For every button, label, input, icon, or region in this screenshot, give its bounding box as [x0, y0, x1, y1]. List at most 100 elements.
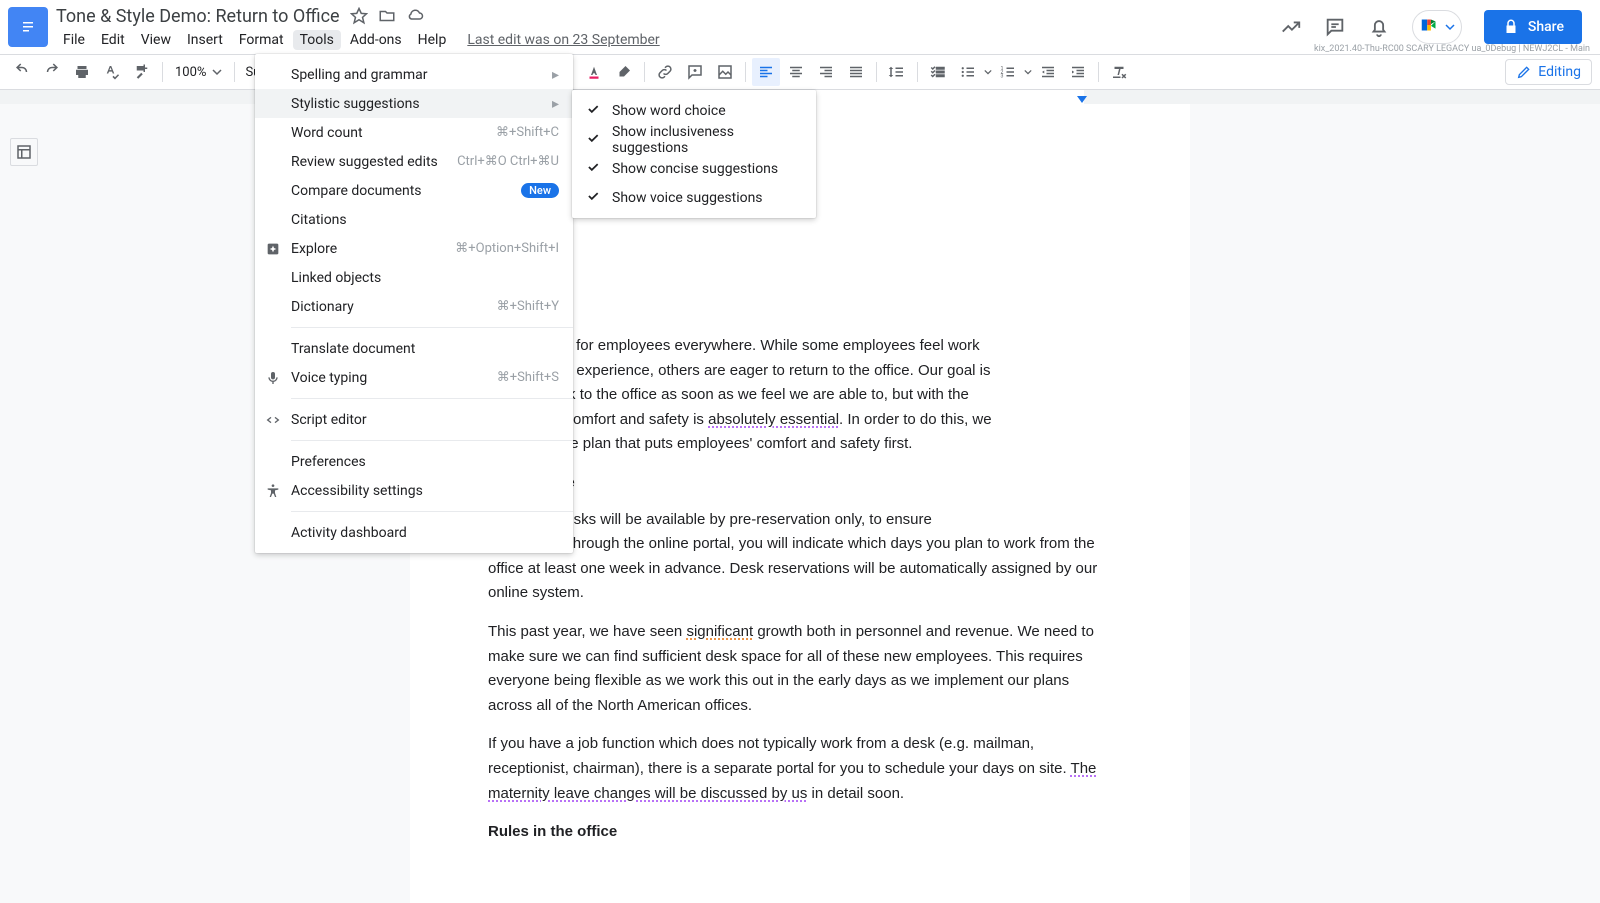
- menu-separator: [291, 398, 573, 399]
- menu-item-citations[interactable]: Citations: [255, 205, 573, 234]
- menu-insert[interactable]: Insert: [180, 30, 230, 50]
- menu-separator: [291, 440, 573, 441]
- submenu-item-show-concise-suggestions[interactable]: Show concise suggestions: [572, 154, 816, 183]
- notifications-icon[interactable]: [1368, 16, 1390, 38]
- menu-item-preferences[interactable]: Preferences: [255, 447, 573, 476]
- redo-button[interactable]: [38, 58, 66, 86]
- menu-item-label: Explore: [291, 241, 337, 257]
- document-title[interactable]: Tone & Style Demo: Return to Office: [56, 6, 340, 27]
- toolbar-separator: [745, 62, 746, 82]
- stylistic-submenu: Show word choice Show inclusiveness sugge…: [572, 90, 816, 218]
- menu-item-voice-typing[interactable]: Voice typing⌘+Shift+S: [255, 363, 573, 392]
- move-icon[interactable]: [378, 7, 396, 25]
- svg-text:3: 3: [1001, 73, 1004, 79]
- document-canvas[interactable]: been difficult for employees everywhere.…: [0, 104, 1600, 903]
- increase-indent-button[interactable]: [1064, 58, 1092, 86]
- toolbar-separator: [162, 62, 163, 82]
- share-button[interactable]: Share: [1484, 10, 1582, 44]
- submenu-item-label: Show word choice: [612, 103, 726, 119]
- decrease-indent-button[interactable]: [1034, 58, 1062, 86]
- star-icon[interactable]: [350, 7, 368, 25]
- menu-item-spelling-and-grammar[interactable]: Spelling and grammar▸: [255, 60, 573, 89]
- pencil-icon: [1516, 64, 1532, 80]
- align-justify-button[interactable]: [842, 58, 870, 86]
- bullet-list-button[interactable]: [954, 58, 982, 86]
- body-paragraph: This past year, we have seen significant…: [488, 620, 1112, 718]
- heading: Rules in the office: [488, 820, 1112, 845]
- outline-toggle-button[interactable]: [10, 138, 38, 166]
- print-button[interactable]: [68, 58, 96, 86]
- meet-button[interactable]: [1412, 10, 1462, 44]
- menu-item-script-editor[interactable]: Script editor: [255, 405, 573, 434]
- suggestion-span[interactable]: absolutely essential: [708, 411, 839, 428]
- toolbar-separator: [917, 62, 918, 82]
- menu-item-label: Dictionary: [291, 299, 354, 315]
- menu-item-label: Linked objects: [291, 270, 381, 286]
- last-edit-link[interactable]: Last edit was on 23 September: [467, 32, 659, 48]
- paint-format-button[interactable]: [128, 58, 156, 86]
- align-center-button[interactable]: [782, 58, 810, 86]
- new-badge: New: [521, 183, 559, 198]
- editing-mode-chip[interactable]: Editing: [1505, 59, 1592, 85]
- chevron-down-icon: [212, 67, 222, 77]
- zoom-select[interactable]: 100%: [169, 65, 228, 80]
- toolbar-separator: [876, 62, 877, 82]
- line-spacing-button[interactable]: [883, 58, 911, 86]
- text-color-button[interactable]: [580, 58, 608, 86]
- menu-shortcut: ⌘+Shift+Y: [497, 299, 559, 314]
- submenu-item-show-word-choice[interactable]: Show word choice: [572, 96, 816, 125]
- lock-icon: [1502, 18, 1520, 36]
- menu-item-stylistic-suggestions[interactable]: Stylistic suggestions▸: [255, 89, 573, 118]
- menu-item-word-count[interactable]: Word count⌘+Shift+C: [255, 118, 573, 147]
- spellcheck-button[interactable]: [98, 58, 126, 86]
- cloud-status-icon[interactable]: [406, 7, 424, 25]
- menu-tools[interactable]: Tools: [293, 30, 341, 50]
- submenu-item-show-voice-suggestions[interactable]: Show voice suggestions: [572, 183, 816, 212]
- body-paragraph: been difficult for employees everywhere.…: [488, 334, 1112, 457]
- zoom-value: 100%: [175, 65, 206, 80]
- menu-item-label: Activity dashboard: [291, 525, 407, 541]
- menu-format[interactable]: Format: [232, 30, 291, 50]
- highlight-button[interactable]: [610, 58, 638, 86]
- menu-item-label: Spelling and grammar: [291, 67, 427, 83]
- toolbar-separator: [1098, 62, 1099, 82]
- body-paragraph: the office, desks will be available by p…: [488, 508, 1112, 606]
- align-left-button[interactable]: [752, 58, 780, 86]
- docs-home-icon[interactable]: [8, 7, 48, 47]
- menu-item-compare-documents[interactable]: Compare documentsNew: [255, 176, 573, 205]
- debug-build-label: kix_2021.40-Thu-RC00 SCARY LEGACY ua_0De…: [1314, 44, 1590, 54]
- toolbar: 100% Subtitl 123 Editing: [0, 54, 1600, 90]
- chevron-down-icon: [1445, 22, 1455, 32]
- menu-help[interactable]: Help: [411, 30, 454, 50]
- comments-icon[interactable]: [1324, 16, 1346, 38]
- chevron-down-icon[interactable]: [984, 68, 992, 76]
- link-button[interactable]: [651, 58, 679, 86]
- insert-image-button[interactable]: [711, 58, 739, 86]
- check-icon: [586, 189, 600, 207]
- menu-item-review-suggested-edits[interactable]: Review suggested editsCtrl+⌘O Ctrl+⌘U: [255, 147, 573, 176]
- add-comment-button[interactable]: [681, 58, 709, 86]
- suggestion-span[interactable]: significant: [686, 623, 753, 640]
- menu-item-dictionary[interactable]: Dictionary ⌘+Shift+Y: [255, 292, 573, 321]
- editing-mode-label: Editing: [1538, 64, 1581, 80]
- checklist-button[interactable]: [924, 58, 952, 86]
- menu-separator: [291, 327, 573, 328]
- menu-item-linked-objects[interactable]: Linked objects: [255, 263, 573, 292]
- numbered-list-button[interactable]: 123: [994, 58, 1022, 86]
- submenu-item-show-inclusiveness-suggestions[interactable]: Show inclusiveness suggestions: [572, 125, 816, 154]
- menu-file[interactable]: File: [56, 30, 92, 50]
- menu-view[interactable]: View: [134, 30, 178, 50]
- activity-icon[interactable]: [1280, 16, 1302, 38]
- menu-item-activity-dashboard[interactable]: Activity dashboard: [255, 518, 573, 547]
- align-right-button[interactable]: [812, 58, 840, 86]
- chevron-down-icon[interactable]: [1024, 68, 1032, 76]
- menu-item-translate-document[interactable]: Translate document: [255, 334, 573, 363]
- menu-item-label: Voice typing: [291, 370, 367, 386]
- menu-item-explore[interactable]: Explore ⌘+Option+Shift+I: [255, 234, 573, 263]
- menu-edit[interactable]: Edit: [94, 30, 132, 50]
- undo-button[interactable]: [8, 58, 36, 86]
- menu-shortcut: ⌘+Option+Shift+I: [455, 241, 559, 256]
- menu-addons[interactable]: Add-ons: [343, 30, 409, 50]
- clear-format-button[interactable]: [1105, 58, 1133, 86]
- menu-item-accessibility-settings[interactable]: Accessibility settings: [255, 476, 573, 505]
